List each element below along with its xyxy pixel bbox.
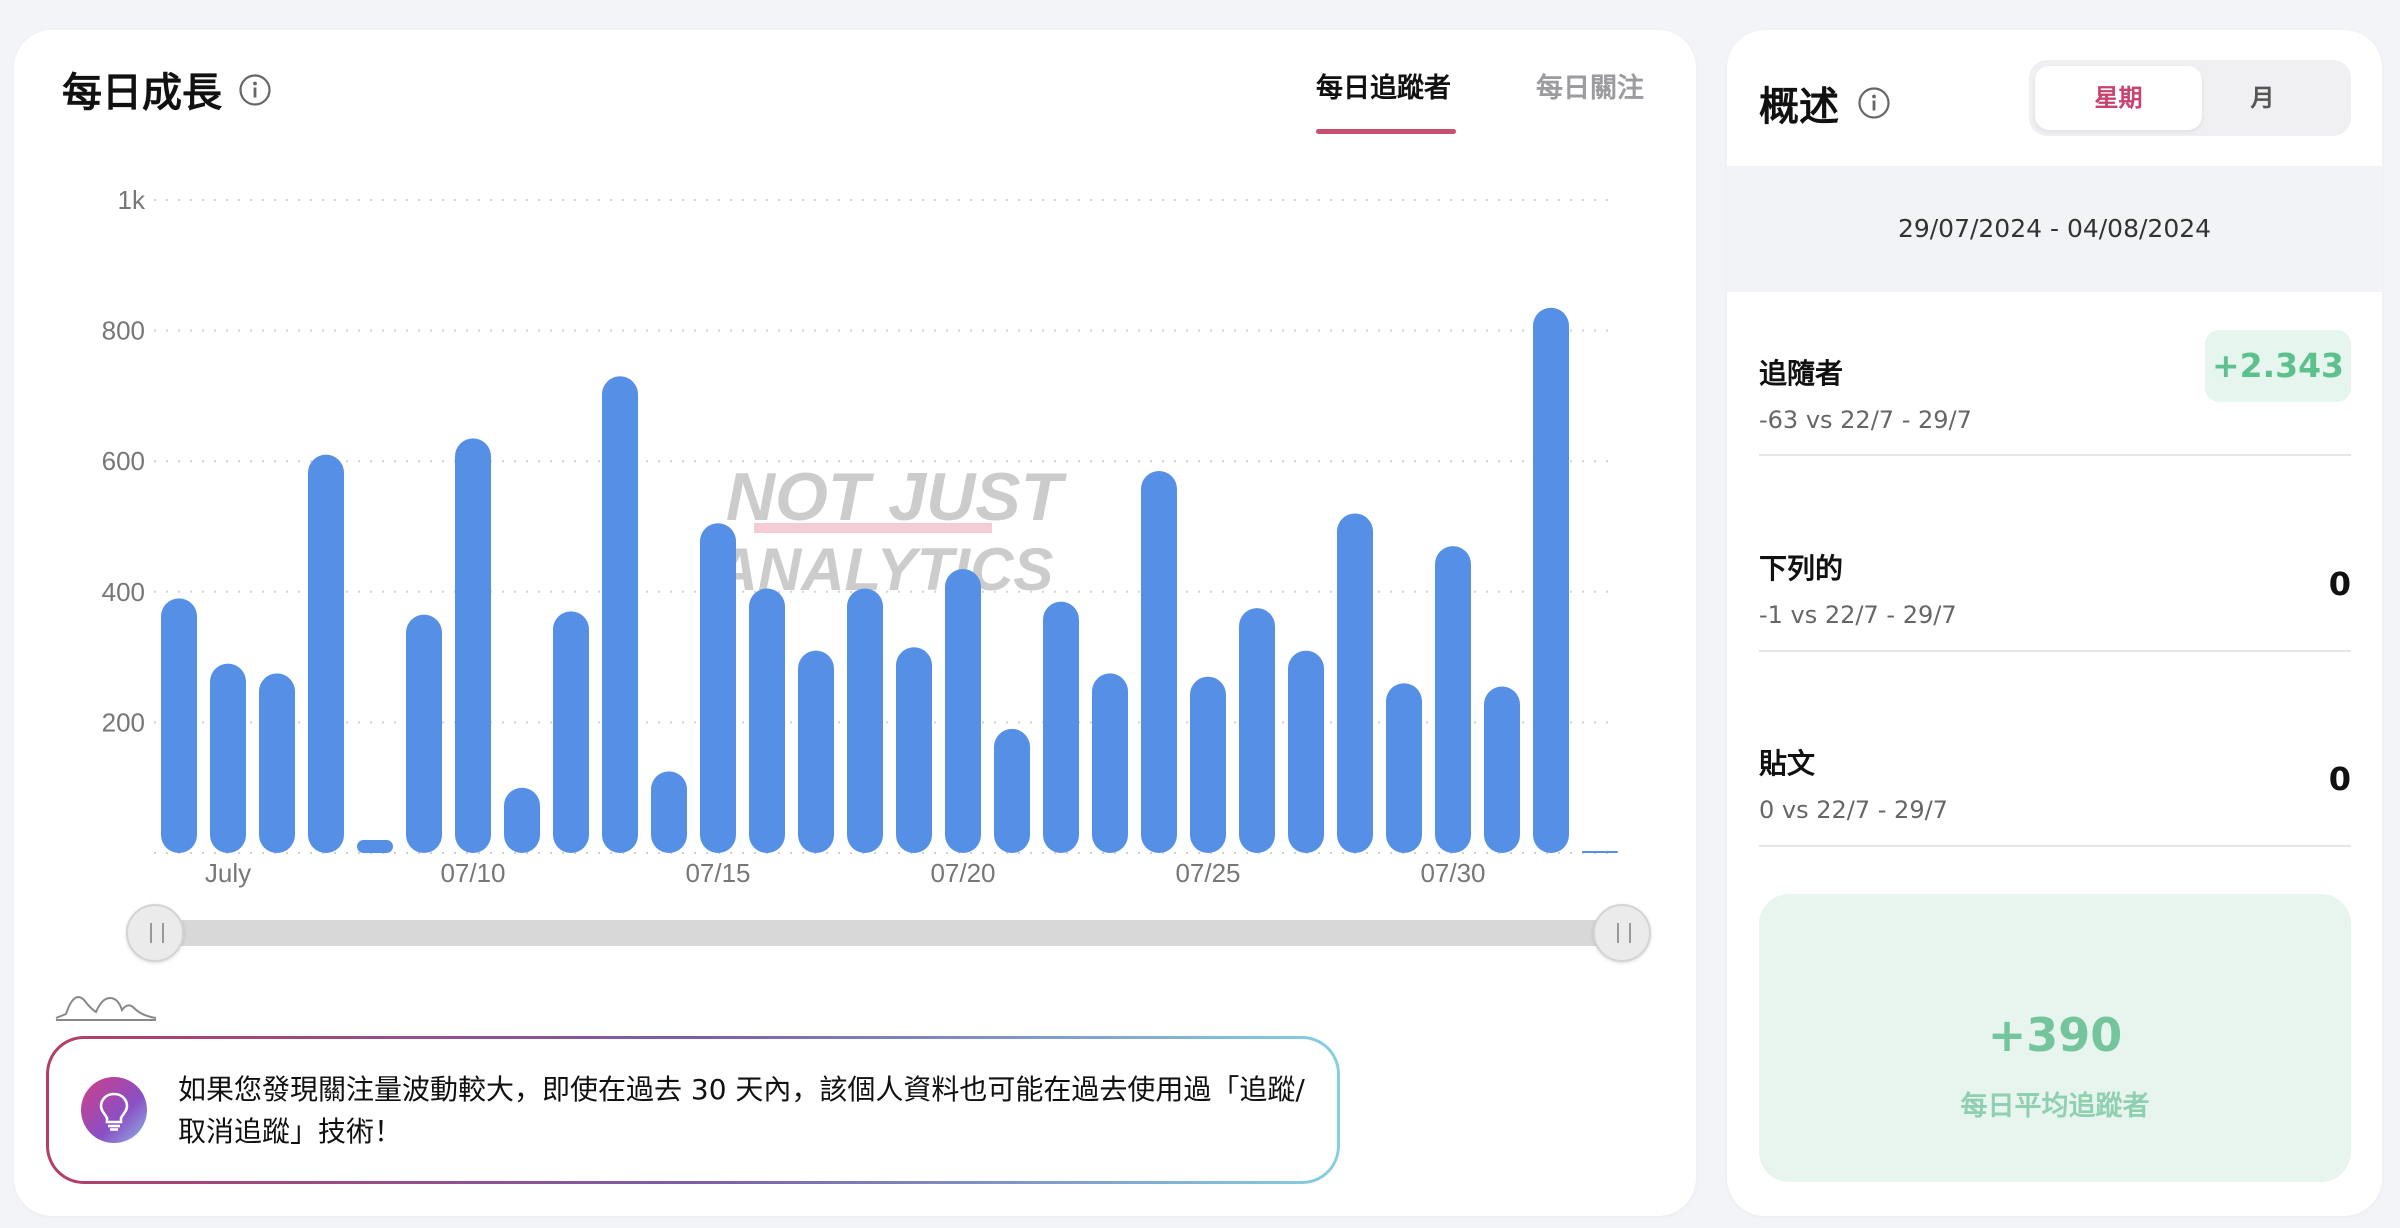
x-tick-label: 07/30 bbox=[1420, 858, 1485, 888]
chart-bar[interactable] bbox=[749, 588, 785, 853]
chart-bar[interactable] bbox=[847, 588, 883, 853]
metric-label: 貼文 bbox=[1759, 747, 1816, 780]
date-range: 29/07/2024 - 04/08/2024 bbox=[1727, 166, 2382, 292]
chart-bar[interactable] bbox=[1435, 546, 1471, 853]
daily-average-label: 每日平均追蹤者 bbox=[1960, 1091, 2150, 1122]
metric-comparison: -63 vs 22/7 - 29/7 bbox=[1759, 406, 1972, 434]
chart-bar[interactable] bbox=[1043, 601, 1079, 853]
daily-followers-bar-chart: 200 400 600 800 1k NOT JUST ANALYTICS July 07… bbox=[102, 185, 1618, 888]
x-tick-label: 07/25 bbox=[1175, 858, 1240, 888]
chart-bar[interactable] bbox=[1484, 686, 1520, 853]
metric-comparison: 0 vs 22/7 - 29/7 bbox=[1759, 796, 1948, 824]
metric-label: 下列的 bbox=[1759, 552, 1844, 585]
chart-bar[interactable] bbox=[210, 663, 246, 853]
divider bbox=[1759, 454, 2351, 456]
chart-bar[interactable] bbox=[1092, 673, 1128, 853]
x-tick-label: 07/15 bbox=[685, 858, 750, 888]
chart-bar[interactable] bbox=[406, 614, 442, 853]
metric-value-badge: +2.343 bbox=[2205, 330, 2351, 402]
period-toggle: 星期 月 bbox=[2029, 60, 2351, 136]
chart-bar[interactable] bbox=[602, 376, 638, 853]
divider bbox=[1759, 845, 2351, 847]
chart-bar[interactable] bbox=[308, 454, 344, 853]
metric-comparison: -1 vs 22/7 - 29/7 bbox=[1759, 601, 1957, 629]
daily-average-box: +390 每日平均追蹤者 bbox=[1759, 894, 2351, 1182]
chart-bar[interactable] bbox=[994, 728, 1030, 853]
chart-bar[interactable] bbox=[896, 647, 932, 853]
y-tick-label: 400 bbox=[102, 577, 145, 607]
watermark-logo: NOT JUST ANALYTICS bbox=[713, 459, 1068, 603]
info-icon[interactable] bbox=[1857, 86, 1891, 120]
y-tick-label: 800 bbox=[102, 316, 145, 346]
chart-bar[interactable] bbox=[1239, 608, 1275, 853]
chart-bar[interactable] bbox=[945, 568, 981, 853]
x-tick-label: July bbox=[205, 858, 251, 888]
chart-bar[interactable] bbox=[798, 650, 834, 853]
chart-bar[interactable] bbox=[1337, 513, 1373, 853]
range-slider-left-handle[interactable] bbox=[126, 904, 184, 962]
chart-bar[interactable] bbox=[1386, 683, 1422, 853]
lightbulb-icon bbox=[81, 1077, 147, 1143]
chart-bar[interactable] bbox=[1533, 307, 1569, 853]
chart-bar[interactable] bbox=[1190, 676, 1226, 853]
chart-bar[interactable] bbox=[504, 787, 540, 853]
chart-bar[interactable] bbox=[700, 523, 736, 853]
divider bbox=[1759, 650, 2351, 652]
tip-callout: 如果您發現關注量波動較大，即使在過去 30 天內，該個人資料也可能在過去使用過「… bbox=[46, 1036, 1340, 1184]
y-tick-label: 200 bbox=[102, 707, 145, 737]
chart-bar[interactable] bbox=[455, 438, 491, 853]
chart-bar[interactable] bbox=[357, 839, 393, 853]
x-tick-label: 07/20 bbox=[930, 858, 995, 888]
card-title: 概述 bbox=[1759, 84, 1839, 130]
y-tick-label: 1k bbox=[118, 185, 146, 215]
chart-bar[interactable] bbox=[1582, 851, 1618, 853]
range-slider-track[interactable] bbox=[154, 920, 1632, 946]
daily-average-value: +390 bbox=[1987, 1008, 2123, 1062]
mini-chart-preview-icon bbox=[55, 996, 157, 1021]
y-tick-label: 600 bbox=[102, 446, 145, 476]
period-week-button[interactable]: 星期 bbox=[2035, 66, 2202, 130]
daily-growth-card: 每日成長 每日追蹤者 每日關注 200 400 600 800 1k NOT JUST … bbox=[14, 30, 1696, 1216]
chart-bar[interactable] bbox=[651, 771, 687, 853]
range-slider-right-handle[interactable] bbox=[1593, 904, 1651, 962]
metric-following: 下列的 -1 vs 22/7 - 29/7 0 bbox=[1759, 547, 2351, 629]
metric-followers: 追隨者 -63 vs 22/7 - 29/7 +2.343 bbox=[1759, 330, 2351, 434]
metric-value: 0 bbox=[2328, 565, 2351, 603]
metric-value: 0 bbox=[2328, 760, 2351, 798]
metric-posts: 貼文 0 vs 22/7 - 29/7 0 bbox=[1759, 742, 2351, 824]
chart-bar[interactable] bbox=[1141, 470, 1177, 853]
chart-bar[interactable] bbox=[259, 673, 295, 853]
period-month-button[interactable]: 月 bbox=[2179, 66, 2346, 130]
x-tick-label: 07/10 bbox=[440, 858, 505, 888]
chart-bar[interactable] bbox=[161, 598, 197, 853]
chart-bar[interactable] bbox=[1288, 650, 1324, 853]
overview-card: 概述 星期 月 29/07/2024 - 04/08/2024 追隨者 -63 … bbox=[1727, 30, 2382, 1216]
chart-bar[interactable] bbox=[553, 611, 589, 853]
tip-text: 如果您發現關注量波動較大，即使在過去 30 天內，該個人資料也可能在過去使用過「… bbox=[178, 1073, 1305, 1148]
